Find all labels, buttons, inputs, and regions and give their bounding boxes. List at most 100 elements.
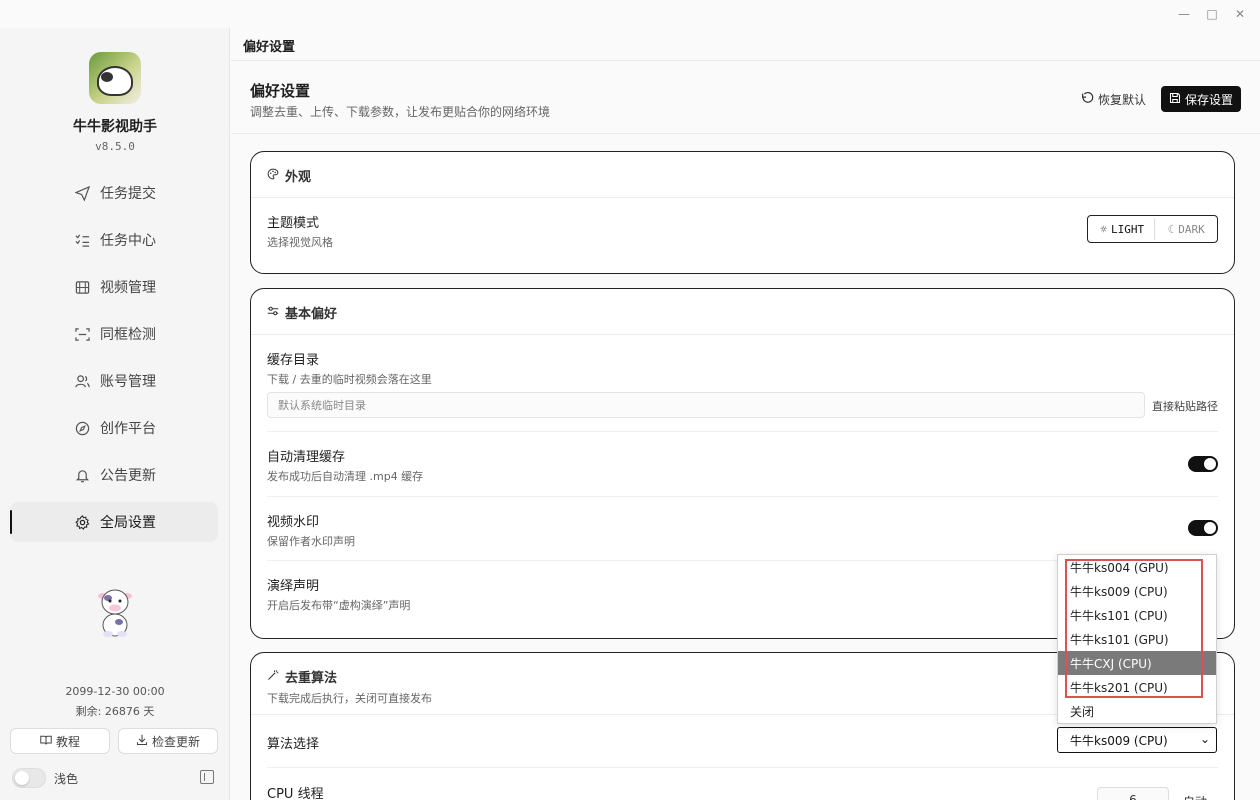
card-title: 去重算法 bbox=[285, 671, 338, 686]
watermark-title: 视频水印 bbox=[267, 515, 320, 530]
dark-label: DARK bbox=[1178, 222, 1205, 236]
save-settings-button[interactable]: 保存设置 bbox=[1161, 86, 1241, 112]
app-logo bbox=[89, 52, 141, 104]
auto-clean-desc: 发布成功后自动清理 .mp4 缓存 bbox=[267, 470, 424, 483]
checklist-icon bbox=[74, 232, 90, 248]
sidebar-item-creator-platform[interactable]: 创作平台 bbox=[10, 408, 218, 448]
book-icon bbox=[40, 734, 52, 749]
dark-mode-option[interactable]: ☾ DARK bbox=[1157, 218, 1215, 240]
dropdown-option-hovered[interactable]: 牛牛CXJ (CPU) bbox=[1058, 651, 1216, 675]
dropdown-option[interactable]: 牛牛ks101 (GPU) bbox=[1058, 627, 1216, 651]
sidebar-item-task-center[interactable]: 任务中心 bbox=[10, 220, 218, 260]
users-icon bbox=[74, 373, 90, 389]
moon-icon: ☾ bbox=[1167, 222, 1175, 236]
sidebar-item-label: 全局设置 bbox=[100, 515, 156, 531]
gear-icon bbox=[74, 514, 90, 530]
algo-select[interactable]: 牛牛ks009 (CPU) ⌄ bbox=[1057, 727, 1217, 753]
sidebar-item-label: 视频管理 bbox=[100, 280, 156, 296]
tutorial-label: 教程 bbox=[55, 734, 80, 749]
theme-toggle[interactable] bbox=[12, 768, 46, 788]
statement-desc: 开启后发布带“虚构演绎”声明 bbox=[267, 599, 411, 612]
card-header: 外观 bbox=[267, 166, 311, 185]
save-label: 保存设置 bbox=[1184, 92, 1233, 107]
sidebar-item-label: 账号管理 bbox=[100, 374, 156, 390]
cpu-auto-label[interactable]: 自动 bbox=[1183, 793, 1207, 800]
cache-dir-input[interactable] bbox=[267, 392, 1145, 418]
appearance-card: 外观 主题模式 选择视觉风格 ☼ LIGHT ☾ DARK bbox=[250, 151, 1235, 274]
auto-clean-title: 自动清理缓存 bbox=[267, 450, 346, 465]
sun-icon: ☼ bbox=[1100, 222, 1107, 236]
sidebar-item-video-manage[interactable]: 视频管理 bbox=[10, 267, 218, 307]
sidebar-collapse-icon[interactable] bbox=[200, 770, 214, 784]
auto-clean-toggle[interactable] bbox=[1188, 456, 1218, 472]
theme-mode-desc: 选择视觉风格 bbox=[267, 236, 333, 249]
dropdown-option[interactable]: 牛牛ks009 (CPU) bbox=[1058, 579, 1216, 603]
dropdown-option[interactable]: 牛牛ks201 (CPU) bbox=[1058, 675, 1216, 699]
divider bbox=[267, 767, 1218, 768]
sidebar-item-task-submit[interactable]: 任务提交 bbox=[10, 173, 218, 213]
theme-mode-title: 主题模式 bbox=[267, 216, 320, 231]
save-icon bbox=[1169, 92, 1181, 107]
scan-icon bbox=[74, 326, 90, 342]
dedup-desc: 下载完成后执行，关闭可直接发布 bbox=[267, 692, 432, 705]
dropdown-option[interactable]: 牛牛ks004 (GPU) bbox=[1058, 555, 1216, 579]
breadcrumb: 偏好设置 bbox=[243, 40, 296, 55]
card-title: 基本偏好 bbox=[285, 307, 338, 322]
cpu-threads-title: CPU 线程 bbox=[267, 787, 324, 800]
card-title: 外观 bbox=[285, 170, 312, 185]
license-remaining: 剩余: 26876 天 bbox=[75, 705, 155, 718]
light-mode-option[interactable]: ☼ LIGHT bbox=[1090, 218, 1156, 240]
sidebar-item-label: 创作平台 bbox=[100, 421, 156, 437]
card-header: 去重算法 bbox=[267, 667, 337, 686]
paste-path-link[interactable]: 直接粘贴路径 bbox=[1152, 398, 1218, 414]
divider bbox=[231, 133, 1260, 134]
sidebar-item-label: 同框检测 bbox=[100, 327, 156, 343]
sidebar-item-label: 任务提交 bbox=[100, 186, 156, 202]
mascot-image bbox=[95, 586, 135, 638]
bell-icon bbox=[74, 467, 90, 483]
sliders-icon bbox=[267, 305, 279, 321]
sidebar-item-frame-detect[interactable]: 同框检测 bbox=[10, 314, 218, 354]
maximize-button[interactable]: □ bbox=[1198, 0, 1226, 28]
app-version: v8.5.0 bbox=[95, 140, 135, 153]
card-header: 基本偏好 bbox=[267, 303, 337, 322]
minimize-button[interactable]: — bbox=[1170, 0, 1198, 28]
tutorial-button[interactable]: 教程 bbox=[10, 728, 110, 754]
sidebar-item-global-settings[interactable]: 全局设置 bbox=[10, 502, 218, 542]
reset-defaults-button[interactable]: 恢复默认 bbox=[1080, 88, 1146, 110]
close-button[interactable]: ✕ bbox=[1226, 0, 1254, 28]
page-title: 偏好设置 bbox=[250, 82, 311, 100]
divider bbox=[267, 496, 1218, 497]
check-update-button[interactable]: 检查更新 bbox=[118, 728, 218, 754]
divider bbox=[231, 60, 1260, 61]
chevron-down-icon: ⌄ bbox=[1199, 732, 1210, 746]
watermark-desc: 保留作者水印声明 bbox=[267, 535, 355, 548]
divider bbox=[251, 334, 1234, 335]
algo-select-title: 算法选择 bbox=[267, 737, 320, 752]
check-update-label: 检查更新 bbox=[151, 734, 200, 749]
film-icon bbox=[74, 279, 90, 295]
sidebar-item-announcements[interactable]: 公告更新 bbox=[10, 455, 218, 495]
app-name: 牛牛影视助手 bbox=[73, 119, 157, 135]
download-icon bbox=[136, 734, 148, 749]
page-description: 调整去重、上传、下载参数，让发布更贴合你的网络环境 bbox=[250, 105, 551, 119]
window-titlebar: — □ ✕ bbox=[0, 0, 1260, 28]
dropdown-option[interactable]: 牛牛ks101 (CPU) bbox=[1058, 603, 1216, 627]
theme-label: 浅色 bbox=[54, 772, 79, 786]
reset-icon bbox=[1080, 91, 1094, 108]
dropdown-option[interactable]: 关闭 bbox=[1058, 699, 1216, 723]
compass-icon bbox=[74, 420, 90, 436]
cpu-threads-input[interactable]: 6 bbox=[1097, 787, 1169, 800]
sidebar-item-label: 任务中心 bbox=[100, 233, 156, 249]
send-icon bbox=[74, 185, 90, 201]
watermark-toggle[interactable] bbox=[1188, 520, 1218, 536]
algo-dropdown: 牛牛ks004 (GPU) 牛牛ks009 (CPU) 牛牛ks101 (CPU… bbox=[1057, 554, 1217, 724]
divider bbox=[251, 197, 1234, 198]
theme-mode-switch: ☼ LIGHT ☾ DARK bbox=[1087, 215, 1218, 243]
sidebar-item-account-manage[interactable]: 账号管理 bbox=[10, 361, 218, 401]
cache-dir-desc: 下载 / 去重的临时视频会落在这里 bbox=[267, 373, 432, 386]
cache-dir-title: 缓存目录 bbox=[267, 353, 320, 368]
light-label: LIGHT bbox=[1110, 222, 1145, 236]
algo-select-value: 牛牛ks009 (CPU) bbox=[1070, 733, 1168, 748]
magic-wand-icon bbox=[267, 669, 279, 685]
